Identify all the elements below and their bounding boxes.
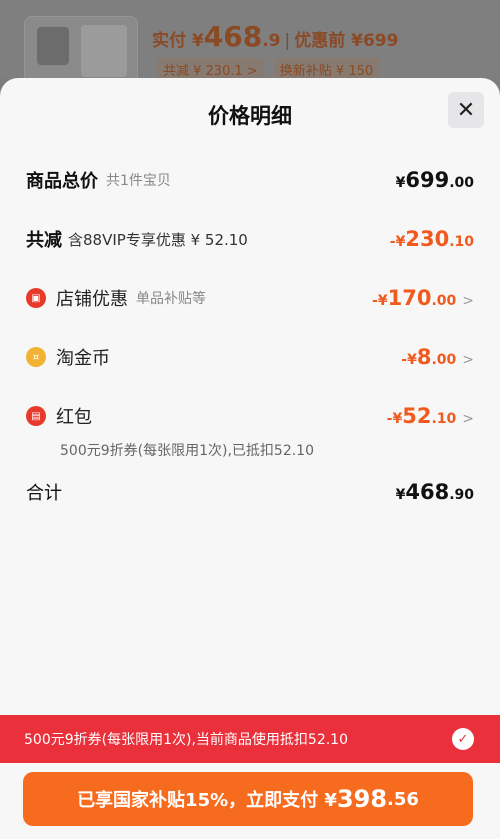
reduce-currency: -¥: [389, 234, 406, 250]
coupon-text: 500元9折券(每张限用1次),当前商品使用抵扣52.10: [24, 732, 348, 748]
price-dec: .9: [262, 31, 281, 51]
total-int: 699: [405, 168, 450, 192]
price-int: 468: [203, 20, 263, 53]
redpacket-dec: .10: [431, 411, 457, 427]
sum-label: 合计: [26, 483, 62, 504]
total-sub: 共1件宝贝: [106, 173, 171, 189]
sum-currency: ¥: [395, 487, 406, 503]
row-reduce: 共减 含88VIP专享优惠 ¥ 52.10 -¥230.10: [26, 226, 474, 252]
coin-amount: -¥8.00 >: [401, 345, 474, 369]
store-icon: ▣: [26, 288, 46, 308]
redpacket-int: 52: [402, 404, 432, 428]
store-currency: -¥: [372, 293, 388, 309]
store-dec: .00: [431, 293, 457, 309]
price-prefix: 实付 ¥: [152, 31, 204, 51]
coin-dec: .00: [431, 352, 457, 368]
total-dec: .00: [449, 175, 474, 191]
total-label: 商品总价: [26, 171, 98, 192]
store-label: 店铺优惠: [56, 289, 128, 310]
close-icon: ✕: [456, 97, 476, 123]
row-red-packet[interactable]: ▤ 红包 -¥52.10 >: [26, 403, 474, 429]
close-button[interactable]: ✕: [448, 92, 484, 128]
pay-prefix: 已享国家补贴15%，立即支付 ¥: [77, 790, 337, 811]
product-header: 实付 ¥468.9 | 优惠前 ¥699 共减 ¥ 230.1 > 换新补贴 ¥ 15…: [0, 0, 500, 88]
product-price: 实付 ¥468.9 | 优惠前 ¥699: [152, 20, 398, 53]
total-amount: ¥699.00: [396, 168, 474, 192]
pay-dec: .56: [387, 788, 419, 810]
coin-label: 淘金币: [56, 348, 110, 369]
redpacket-note: 500元9折券(每张限用1次),已抵扣52.10: [60, 443, 314, 459]
product-image-chair: [37, 27, 69, 65]
total-currency: ¥: [395, 175, 406, 191]
original-price: 优惠前 ¥699: [294, 31, 399, 51]
product-image-package: [81, 25, 127, 77]
store-sub: 单品补贴等: [136, 291, 206, 307]
price-separator: |: [284, 31, 291, 51]
store-amount: -¥170.00 >: [372, 286, 474, 310]
coupon-bar: 500元9折券(每张限用1次),当前商品使用抵扣52.10 ✓: [0, 715, 500, 763]
row-store-discount[interactable]: ▣ 店铺优惠 单品补贴等 -¥170.00 >: [26, 285, 474, 311]
row-total: 商品总价 共1件宝贝 ¥699.00: [26, 167, 474, 193]
sum-dec: .90: [449, 487, 474, 503]
reduce-amount: -¥230.10: [390, 227, 474, 251]
redpacket-label: 红包: [56, 407, 92, 428]
chevron-right-icon: >: [462, 352, 474, 368]
pay-int: 398: [336, 785, 388, 813]
sheet-title: 价格明细: [208, 104, 292, 128]
reduce-int: 230: [405, 227, 450, 251]
coin-icon: ¤: [26, 347, 46, 367]
sum-amount: ¥468.90: [396, 480, 474, 504]
chevron-right-icon: >: [462, 411, 474, 427]
reduce-label: 共减: [26, 230, 62, 251]
row-sum: 合计 ¥468.90: [26, 479, 474, 505]
check-icon[interactable]: ✓: [452, 728, 474, 750]
reduce-dec: .10: [449, 234, 474, 250]
redpacket-amount: -¥52.10 >: [387, 404, 474, 428]
store-int: 170: [387, 286, 432, 310]
coin-int: 8: [416, 345, 432, 369]
redpacket-currency: -¥: [386, 411, 403, 427]
reduce-sub: 含88VIP专享优惠 ¥ 52.10: [68, 230, 248, 249]
row-coin[interactable]: ¤ 淘金币 -¥8.00 >: [26, 344, 474, 370]
sum-int: 468: [405, 480, 450, 504]
coin-currency: -¥: [401, 352, 417, 368]
chevron-right-icon: >: [462, 293, 474, 309]
red-packet-icon: ▤: [26, 406, 46, 426]
pay-button[interactable]: 已享国家补贴15%，立即支付 ¥398.56: [23, 772, 473, 826]
